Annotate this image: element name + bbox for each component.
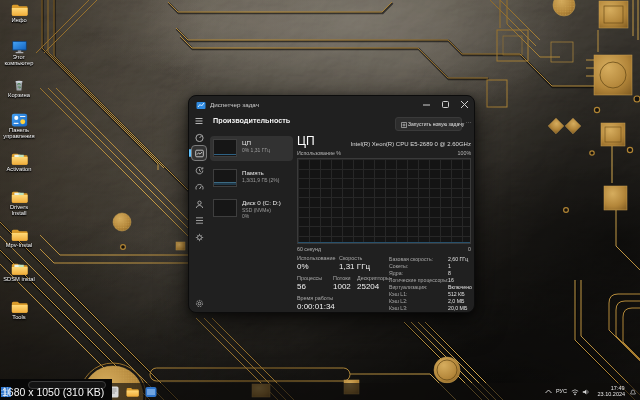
cpu-mini-graph <box>213 139 237 157</box>
memory-card[interactable]: Память 1,3/31,9 ГБ (2%) <box>210 166 293 191</box>
cpu-stats: Использование 0% Скорость 1,31 ГГц Проце… <box>297 255 472 312</box>
computer-icon <box>11 40 28 54</box>
folder-icon <box>11 228 28 242</box>
cpu-title: ЦП <box>297 134 315 148</box>
folder-icon <box>11 190 28 204</box>
desktop-icon-label: Инфо <box>3 17 35 23</box>
disk-mini-graph <box>213 199 237 217</box>
nav-menu-button[interactable] <box>192 114 206 128</box>
folder-icon <box>11 3 28 17</box>
desktop-icon-label: Drivers Install <box>3 204 35 216</box>
desktop-icon-label: Mpv-Instal <box>3 242 35 248</box>
desktop-icon-drivers-install[interactable]: Drivers Install <box>0 190 38 204</box>
nav-performance[interactable] <box>192 146 206 160</box>
control-panel-icon <box>11 113 28 127</box>
folder-icon <box>11 152 28 166</box>
desktop-icon-sdsm-install[interactable]: SDSM instal <box>0 262 38 276</box>
nav-startup-apps[interactable] <box>192 180 206 194</box>
desktop-icon-label: Activation <box>3 166 35 172</box>
nav-users[interactable] <box>192 197 206 211</box>
nav-app-history[interactable] <box>192 163 206 177</box>
more-options-button[interactable]: ... <box>465 117 474 131</box>
desktop-icon-label: SDSM instal <box>3 276 35 282</box>
taskbar-app-viewer[interactable] <box>145 386 157 398</box>
desktop-icon-this-pc[interactable]: Этот компьютер <box>0 40 38 54</box>
viewer-status-bar: 1680 x 1050 (310 KB) <box>0 379 112 400</box>
network-icon[interactable] <box>571 388 579 396</box>
nav-details[interactable] <box>192 213 206 227</box>
run-task-icon <box>401 122 407 128</box>
close-button[interactable] <box>455 96 474 113</box>
desktop-icon-tools[interactable]: Tools <box>0 300 38 314</box>
desktop-icon-label: Корзина <box>3 92 35 98</box>
folder-icon <box>11 262 28 276</box>
desktop-icon-label: Этот компьютер <box>3 54 35 66</box>
desktop-icon-recycle-bin[interactable]: Корзина <box>0 78 38 92</box>
recycle-bin-icon <box>11 78 27 92</box>
tray-chevron-icon[interactable] <box>545 389 552 394</box>
notification-bell-icon[interactable] <box>629 388 637 396</box>
desktop-icon-info[interactable]: Инфо <box>0 3 38 17</box>
run-new-task-button[interactable]: Запустить новую задачу <box>395 117 462 131</box>
nav-services[interactable] <box>192 230 206 244</box>
task-manager-window: Диспетчер задач Производительность Запус… <box>188 95 475 313</box>
nav-processes[interactable] <box>192 130 206 144</box>
folder-icon <box>11 300 28 314</box>
cpu-model-name: Intel(R) Xeon(R) CPU E5-2689 0 @ 2.60GHz <box>351 140 471 147</box>
minimize-button[interactable] <box>417 96 436 113</box>
desktop-icon-label: Tools <box>3 314 35 320</box>
cpu-card[interactable]: ЦП 0% 1,31 ГГц <box>210 136 293 161</box>
desktop: Инфо Этот компьютер Корзина Панель управ… <box>0 0 640 400</box>
disk-card[interactable]: Диск 0 (C: D:) SSD (NVMe) 0% <box>210 196 293 226</box>
image-resolution-text: 1680 x 1050 (310 KB) <box>2 386 104 398</box>
desktop-icon-mpv-install[interactable]: Mpv-Instal <box>0 228 38 242</box>
desktop-icon-control-panel[interactable]: Панель управления <box>0 113 38 127</box>
cpu-usage-graph <box>297 158 471 244</box>
window-title: Диспетчер задач <box>210 101 259 108</box>
taskbar-app-explorer[interactable] <box>126 386 139 398</box>
desktop-icon-label: Панель управления <box>3 127 35 139</box>
volume-icon[interactable] <box>582 388 590 396</box>
maximize-button[interactable] <box>436 96 455 113</box>
nav-settings[interactable] <box>192 296 206 310</box>
tray-language-indicator[interactable]: РУС <box>556 388 567 394</box>
page-title: Производительность <box>213 116 290 124</box>
system-tray: РУС 17:49 23.10.2024 <box>545 383 637 400</box>
memory-mini-graph <box>213 169 237 187</box>
task-manager-app-icon <box>196 100 206 110</box>
cpu-panel: ЦП Intel(R) Xeon(R) CPU E5-2689 0 @ 2.60… <box>297 134 472 312</box>
sidebar <box>189 113 209 312</box>
desktop-icon-activation[interactable]: Activation <box>0 152 38 166</box>
